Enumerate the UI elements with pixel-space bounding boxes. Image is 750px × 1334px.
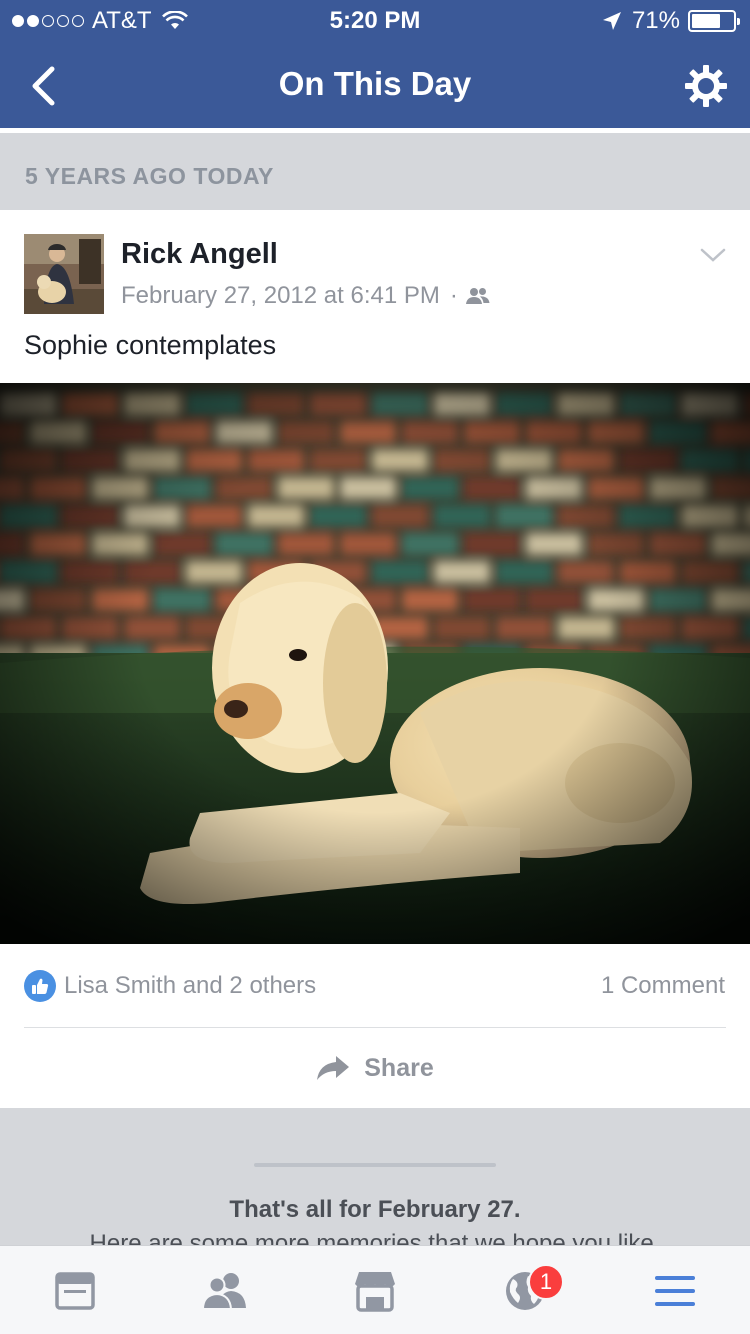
friends-icon: [465, 288, 490, 304]
post-meta: February 27, 2012 at 6:41 PM ·: [121, 282, 490, 310]
battery-icon: [688, 10, 740, 32]
menu-icon: [655, 1275, 695, 1306]
tab-marketplace[interactable]: [300, 1246, 450, 1334]
page-title: On This Day: [278, 65, 472, 102]
end-divider: [254, 1163, 496, 1167]
notification-badge: 1: [528, 1264, 564, 1300]
share-button[interactable]: Share: [0, 1028, 750, 1108]
like-reaction-icon: [24, 970, 56, 1002]
years-ago-label: 5 YEARS AGO TODAY: [25, 163, 274, 189]
news-feed-icon: [55, 1271, 95, 1310]
post-text: Sophie contemplates: [24, 330, 277, 360]
meta-separator: ·: [449, 282, 458, 309]
location-arrow-icon: [602, 12, 621, 30]
comments-count[interactable]: 1 Comment: [601, 972, 725, 1000]
tab-notifications[interactable]: 1: [450, 1246, 600, 1334]
tab-news-feed[interactable]: [0, 1246, 150, 1334]
status-bar: AT&T 5:20 PM 71%: [0, 0, 750, 40]
share-arrow-icon: [317, 1056, 350, 1080]
tab-friends[interactable]: [150, 1246, 300, 1334]
section-header: 5 YEARS AGO TODAY: [0, 133, 750, 210]
friends-icon: [202, 1272, 246, 1310]
end-title: That's all for February 27.: [229, 1196, 521, 1223]
battery-percent: 71%: [631, 7, 680, 34]
post-options-button[interactable]: [698, 240, 728, 270]
reactions-row: Lisa Smith and 2 others 1 Comment: [0, 944, 750, 1028]
author-name[interactable]: Rick Angell: [121, 238, 278, 271]
likes-summary[interactable]: Lisa Smith and 2 others: [64, 972, 316, 1000]
avatar[interactable]: [24, 234, 104, 314]
share-label: Share: [364, 1053, 434, 1082]
status-right: 71%: [602, 7, 740, 35]
nav-bar: On This Day: [0, 40, 750, 128]
marketplace-icon: [355, 1271, 395, 1312]
settings-button[interactable]: [680, 60, 732, 112]
chevron-down-icon: [700, 248, 726, 262]
tab-menu[interactable]: [600, 1246, 750, 1334]
tab-bar: 1: [0, 1245, 750, 1334]
end-of-memories: That's all for February 27. Here are som…: [0, 1108, 750, 1248]
memory-post: Rick Angell February 27, 2012 at 6:41 PM…: [0, 210, 750, 1108]
post-photo[interactable]: [0, 383, 750, 944]
gear-icon: [685, 65, 727, 107]
post-timestamp[interactable]: February 27, 2012 at 6:41 PM: [121, 282, 440, 310]
